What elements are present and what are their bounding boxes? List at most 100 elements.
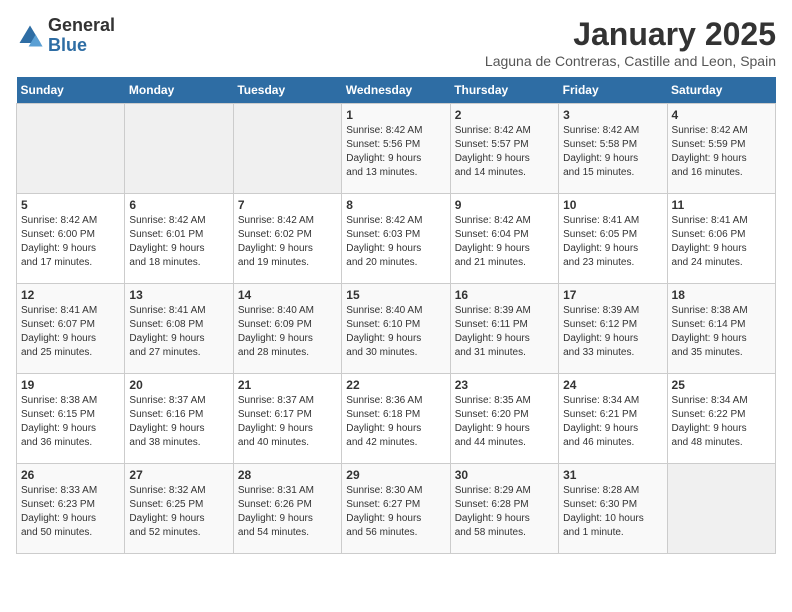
day-number: 6	[129, 198, 228, 212]
calendar-cell: 18Sunrise: 8:38 AM Sunset: 6:14 PM Dayli…	[667, 284, 775, 374]
day-number: 19	[21, 378, 120, 392]
calendar-cell: 1Sunrise: 8:42 AM Sunset: 5:56 PM Daylig…	[342, 104, 450, 194]
calendar-cell	[125, 104, 233, 194]
day-info: Sunrise: 8:35 AM Sunset: 6:20 PM Dayligh…	[455, 394, 554, 450]
calendar-cell: 30 Sunrise: 8:29 AM Sunset: 6:28 PM Dayli…	[450, 464, 558, 554]
calendar-title: January 2025	[485, 16, 776, 53]
day-info: Sunrise: 8:28 AM Sunset: 6:30 PM Dayligh…	[563, 484, 662, 540]
day-number: 10	[563, 198, 662, 212]
calendar-cell: 14 Sunrise: 8:40 AM Sunset: 6:09 PM Dayli…	[233, 284, 341, 374]
day-info: Sunrise: 8:29 AM Sunset: 6:28 PM Dayligh…	[455, 484, 554, 540]
calendar-cell: 23 Sunrise: 8:35 AM Sunset: 6:20 PM Dayli…	[450, 374, 558, 464]
day-number: 11	[672, 198, 771, 212]
day-number: 18	[672, 288, 771, 302]
day-info: Sunrise: 8:41 AM Sunset: 6:05 PM Dayligh…	[563, 214, 662, 270]
day-number: 2	[455, 108, 554, 122]
week-row-1: 1Sunrise: 8:42 AM Sunset: 5:56 PM Daylig…	[17, 104, 776, 194]
calendar-cell: 27 Sunrise: 8:32 AM Sunset: 6:25 PM Dayli…	[125, 464, 233, 554]
day-info: Sunrise: 8:40 AM Sunset: 6:10 PM Dayligh…	[346, 304, 445, 360]
calendar-cell: 16Sunrise: 8:39 AM Sunset: 6:11 PM Dayli…	[450, 284, 558, 374]
calendar-cell: 22 Sunrise: 8:36 AM Sunset: 6:18 PM Dayli…	[342, 374, 450, 464]
day-header-friday: Friday	[559, 77, 667, 104]
logo-general: General	[48, 16, 115, 36]
calendar-cell: 13 Sunrise: 8:41 AM Sunset: 6:08 PM Dayli…	[125, 284, 233, 374]
day-number: 24	[563, 378, 662, 392]
week-row-4: 19Sunrise: 8:38 AM Sunset: 6:15 PM Dayli…	[17, 374, 776, 464]
day-header-monday: Monday	[125, 77, 233, 104]
day-number: 17	[563, 288, 662, 302]
days-header-row: SundayMondayTuesdayWednesdayThursdayFrid…	[17, 77, 776, 104]
day-info: Sunrise: 8:42 AM Sunset: 6:03 PM Dayligh…	[346, 214, 445, 270]
calendar-cell: 9 Sunrise: 8:42 AM Sunset: 6:04 PM Daylig…	[450, 194, 558, 284]
day-info: Sunrise: 8:39 AM Sunset: 6:11 PM Dayligh…	[455, 304, 554, 360]
calendar-cell: 8 Sunrise: 8:42 AM Sunset: 6:03 PM Daylig…	[342, 194, 450, 284]
day-info: Sunrise: 8:42 AM Sunset: 5:58 PM Dayligh…	[563, 124, 662, 180]
day-info: Sunrise: 8:37 AM Sunset: 6:16 PM Dayligh…	[129, 394, 228, 450]
calendar-cell: 29 Sunrise: 8:30 AM Sunset: 6:27 PM Dayli…	[342, 464, 450, 554]
calendar-cell: 28Sunrise: 8:31 AM Sunset: 6:26 PM Dayli…	[233, 464, 341, 554]
calendar-cell: 25Sunrise: 8:34 AM Sunset: 6:22 PM Dayli…	[667, 374, 775, 464]
day-info: Sunrise: 8:42 AM Sunset: 5:57 PM Dayligh…	[455, 124, 554, 180]
day-number: 13	[129, 288, 228, 302]
day-number: 22	[346, 378, 445, 392]
calendar-cell: 11 Sunrise: 8:41 AM Sunset: 6:06 PM Dayli…	[667, 194, 775, 284]
calendar-cell: 4 Sunrise: 8:42 AM Sunset: 5:59 PM Daylig…	[667, 104, 775, 194]
day-number: 14	[238, 288, 337, 302]
day-info: Sunrise: 8:30 AM Sunset: 6:27 PM Dayligh…	[346, 484, 445, 540]
day-header-saturday: Saturday	[667, 77, 775, 104]
day-header-tuesday: Tuesday	[233, 77, 341, 104]
calendar-cell: 10 Sunrise: 8:41 AM Sunset: 6:05 PM Dayli…	[559, 194, 667, 284]
day-number: 9	[455, 198, 554, 212]
day-number: 8	[346, 198, 445, 212]
calendar-cell: 12 Sunrise: 8:41 AM Sunset: 6:07 PM Dayli…	[17, 284, 125, 374]
day-number: 26	[21, 468, 120, 482]
day-info: Sunrise: 8:40 AM Sunset: 6:09 PM Dayligh…	[238, 304, 337, 360]
day-info: Sunrise: 8:36 AM Sunset: 6:18 PM Dayligh…	[346, 394, 445, 450]
calendar-cell	[233, 104, 341, 194]
day-info: Sunrise: 8:37 AM Sunset: 6:17 PM Dayligh…	[238, 394, 337, 450]
calendar-cell: 20 Sunrise: 8:37 AM Sunset: 6:16 PM Dayli…	[125, 374, 233, 464]
day-info: Sunrise: 8:42 AM Sunset: 5:59 PM Dayligh…	[672, 124, 771, 180]
title-area: January 2025 Laguna de Contreras, Castil…	[485, 16, 776, 69]
calendar-table: SundayMondayTuesdayWednesdayThursdayFrid…	[16, 77, 776, 554]
day-number: 23	[455, 378, 554, 392]
logo-text: General Blue	[48, 16, 115, 56]
day-number: 30	[455, 468, 554, 482]
day-number: 4	[672, 108, 771, 122]
day-info: Sunrise: 8:42 AM Sunset: 6:00 PM Dayligh…	[21, 214, 120, 270]
day-info: Sunrise: 8:41 AM Sunset: 6:06 PM Dayligh…	[672, 214, 771, 270]
day-number: 5	[21, 198, 120, 212]
day-info: Sunrise: 8:41 AM Sunset: 6:07 PM Dayligh…	[21, 304, 120, 360]
day-number: 29	[346, 468, 445, 482]
day-number: 27	[129, 468, 228, 482]
day-info: Sunrise: 8:42 AM Sunset: 6:02 PM Dayligh…	[238, 214, 337, 270]
calendar-cell	[17, 104, 125, 194]
day-info: Sunrise: 8:41 AM Sunset: 6:08 PM Dayligh…	[129, 304, 228, 360]
logo: General Blue	[16, 16, 115, 56]
calendar-cell: 7 Sunrise: 8:42 AM Sunset: 6:02 PM Daylig…	[233, 194, 341, 284]
day-number: 7	[238, 198, 337, 212]
calendar-cell: 2 Sunrise: 8:42 AM Sunset: 5:57 PM Daylig…	[450, 104, 558, 194]
day-info: Sunrise: 8:32 AM Sunset: 6:25 PM Dayligh…	[129, 484, 228, 540]
calendar-cell: 17 Sunrise: 8:39 AM Sunset: 6:12 PM Dayli…	[559, 284, 667, 374]
day-number: 20	[129, 378, 228, 392]
calendar-cell: 31Sunrise: 8:28 AM Sunset: 6:30 PM Dayli…	[559, 464, 667, 554]
page-header: General Blue January 2025 Laguna de Cont…	[16, 16, 776, 69]
day-info: Sunrise: 8:39 AM Sunset: 6:12 PM Dayligh…	[563, 304, 662, 360]
calendar-cell: 26Sunrise: 8:33 AM Sunset: 6:23 PM Dayli…	[17, 464, 125, 554]
day-info: Sunrise: 8:34 AM Sunset: 6:21 PM Dayligh…	[563, 394, 662, 450]
logo-blue: Blue	[48, 36, 115, 56]
calendar-cell: 24 Sunrise: 8:34 AM Sunset: 6:21 PM Dayli…	[559, 374, 667, 464]
day-header-sunday: Sunday	[17, 77, 125, 104]
week-row-3: 12 Sunrise: 8:41 AM Sunset: 6:07 PM Dayli…	[17, 284, 776, 374]
day-header-wednesday: Wednesday	[342, 77, 450, 104]
calendar-cell: 19Sunrise: 8:38 AM Sunset: 6:15 PM Dayli…	[17, 374, 125, 464]
day-info: Sunrise: 8:42 AM Sunset: 6:04 PM Dayligh…	[455, 214, 554, 270]
day-number: 21	[238, 378, 337, 392]
day-number: 12	[21, 288, 120, 302]
day-info: Sunrise: 8:42 AM Sunset: 5:56 PM Dayligh…	[346, 124, 445, 180]
logo-icon	[16, 22, 44, 50]
week-row-2: 5 Sunrise: 8:42 AM Sunset: 6:00 PM Daylig…	[17, 194, 776, 284]
calendar-cell: 5 Sunrise: 8:42 AM Sunset: 6:00 PM Daylig…	[17, 194, 125, 284]
calendar-subtitle: Laguna de Contreras, Castille and Leon, …	[485, 53, 776, 69]
